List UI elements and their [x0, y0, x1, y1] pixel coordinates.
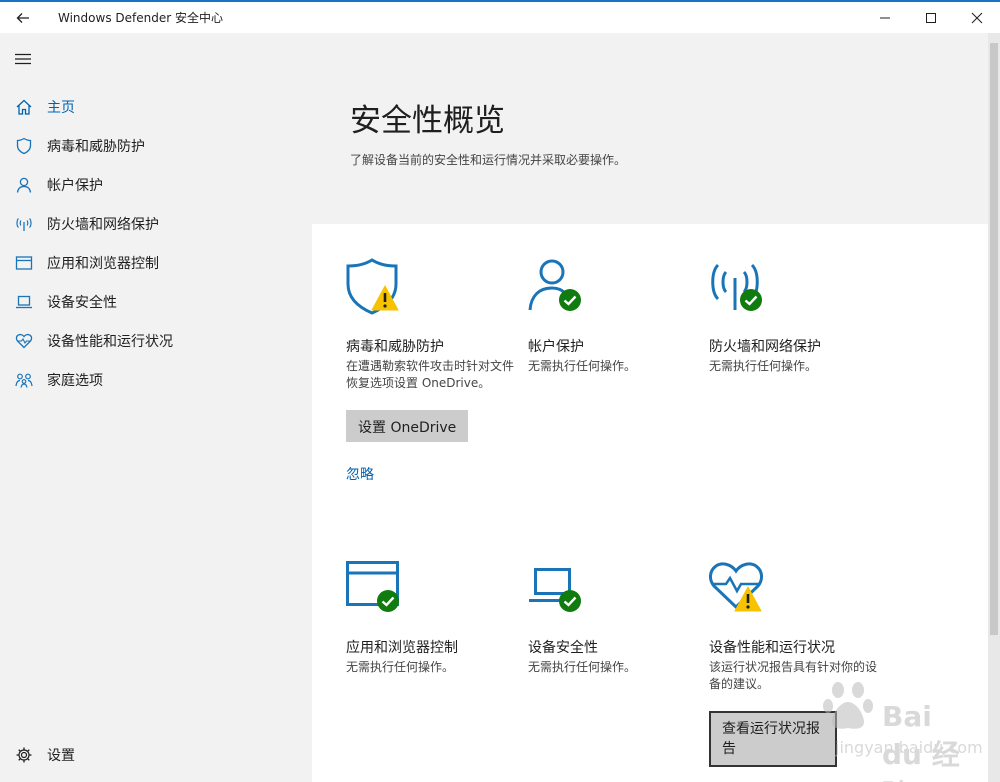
sidebar-item-label: 主页	[47, 99, 75, 116]
sidebar-item-label: 设备性能和运行状况	[47, 333, 173, 350]
tile-device-security: 设备安全性 无需执行任何操作。	[528, 559, 698, 676]
sidebar-item-account-protection[interactable]: 帐户保护	[0, 165, 312, 204]
window-title: Windows Defender 安全中心	[58, 11, 223, 25]
tile-title: 防火墙和网络保护	[709, 339, 821, 355]
sidebar-item-app-browser[interactable]: 应用和浏览器控制	[0, 243, 312, 282]
sidebar-item-firewall[interactable]: 防火墙和网络保护	[0, 204, 312, 243]
sidebar-item-family-options[interactable]: 家庭选项	[0, 360, 312, 399]
tile-description: 无需执行任何操作。	[346, 660, 455, 674]
page-title: 安全性概览	[350, 103, 505, 139]
minimize-icon	[880, 17, 890, 18]
sidebar-item-settings[interactable]: 设置	[0, 737, 312, 773]
close-button[interactable]	[954, 2, 1000, 33]
checkmark-icon	[559, 289, 581, 311]
sidebar-item-label: 帐户保护	[47, 177, 103, 194]
scrollbar-thumb[interactable]	[990, 43, 998, 635]
setup-onedrive-button[interactable]: 设置 OneDrive	[346, 410, 469, 442]
back-arrow-icon	[16, 12, 29, 23]
tile-title: 设备性能和运行状况	[709, 640, 835, 656]
heart-icon	[709, 559, 773, 623]
family-icon	[14, 370, 34, 390]
tile-description: 在遭遇勒索软件攻击时针对文件恢复选项设置 OneDrive。	[346, 359, 515, 390]
window-controls	[862, 2, 1000, 33]
ignore-link[interactable]: 忽略	[346, 464, 516, 484]
tile-account-protection: 帐户保护 无需执行任何操作。	[528, 258, 698, 375]
checkmark-icon	[559, 590, 581, 612]
checkmark-icon	[740, 289, 762, 311]
shield-icon	[346, 258, 410, 322]
hamburger-icon	[15, 53, 31, 65]
tile-title: 病毒和威胁防护	[346, 339, 444, 355]
sidebar-item-label: 应用和浏览器控制	[47, 255, 159, 272]
watermark-url: jingyan.baidu.com	[835, 738, 983, 757]
page-subtitle: 了解设备当前的安全性和运行情况并采取必要操作。	[350, 153, 627, 167]
browser-window-icon	[346, 559, 410, 623]
title-bar: Windows Defender 安全中心	[0, 2, 1000, 33]
tile-description: 无需执行任何操作。	[528, 660, 637, 674]
heart-icon	[14, 331, 34, 351]
back-button[interactable]	[0, 2, 46, 33]
tile-description: 无需执行任何操作。	[528, 359, 637, 373]
sidebar-item-label: 设备安全性	[47, 294, 117, 311]
sidebar-item-label: 防火墙和网络保护	[47, 216, 159, 233]
tile-app-browser-control: 应用和浏览器控制 无需执行任何操作。	[346, 559, 516, 676]
sidebar: 主页 病毒和威胁防护 帐户保护 防火墙和网络保护 应用和浏览器控制 设备安全性 …	[0, 33, 312, 782]
sidebar-item-label: 家庭选项	[47, 372, 103, 389]
gear-icon	[14, 745, 34, 765]
hamburger-menu-button[interactable]	[14, 50, 34, 65]
tile-title: 帐户保护	[528, 339, 584, 355]
sidebar-item-label: 病毒和威胁防护	[47, 138, 145, 155]
tile-virus-protection: 病毒和威胁防护 在遭遇勒索软件攻击时针对文件恢复选项设置 OneDrive。 设…	[346, 258, 516, 484]
sidebar-item-virus-protection[interactable]: 病毒和威胁防护	[0, 126, 312, 165]
sidebar-item-home[interactable]: 主页	[0, 87, 312, 126]
wifi-antenna-icon	[14, 214, 34, 234]
sidebar-item-device-security[interactable]: 设备安全性	[0, 282, 312, 321]
wifi-antenna-icon	[709, 258, 773, 322]
checkmark-icon	[377, 590, 399, 612]
person-icon	[528, 258, 592, 322]
page-header: 安全性概览 了解设备当前的安全性和运行情况并采取必要操作。	[312, 33, 988, 224]
person-icon	[14, 175, 34, 195]
vertical-scrollbar[interactable]	[988, 33, 1000, 782]
watermark: Bai du 经验 jingyan.baidu.com	[800, 672, 983, 782]
tile-title: 应用和浏览器控制	[346, 640, 458, 656]
nav-list: 主页 病毒和威胁防护 帐户保护 防火墙和网络保护 应用和浏览器控制 设备安全性 …	[0, 87, 312, 399]
laptop-icon	[528, 559, 592, 623]
maximize-icon	[926, 12, 936, 23]
close-icon	[971, 12, 983, 23]
tile-firewall: 防火墙和网络保护 无需执行任何操作。	[709, 258, 879, 375]
warning-icon	[734, 585, 762, 612]
tile-description: 无需执行任何操作。	[709, 359, 818, 373]
warning-icon	[371, 284, 399, 311]
minimize-button[interactable]	[862, 2, 908, 33]
tile-title: 设备安全性	[528, 640, 598, 656]
home-icon	[14, 97, 34, 117]
browser-window-icon	[14, 253, 34, 273]
laptop-icon	[14, 292, 34, 312]
paw-logo-icon	[823, 682, 873, 729]
maximize-button[interactable]	[908, 2, 954, 33]
settings-label: 设置	[47, 748, 75, 764]
shield-icon	[14, 136, 34, 156]
sidebar-item-device-health[interactable]: 设备性能和运行状况	[0, 321, 312, 360]
